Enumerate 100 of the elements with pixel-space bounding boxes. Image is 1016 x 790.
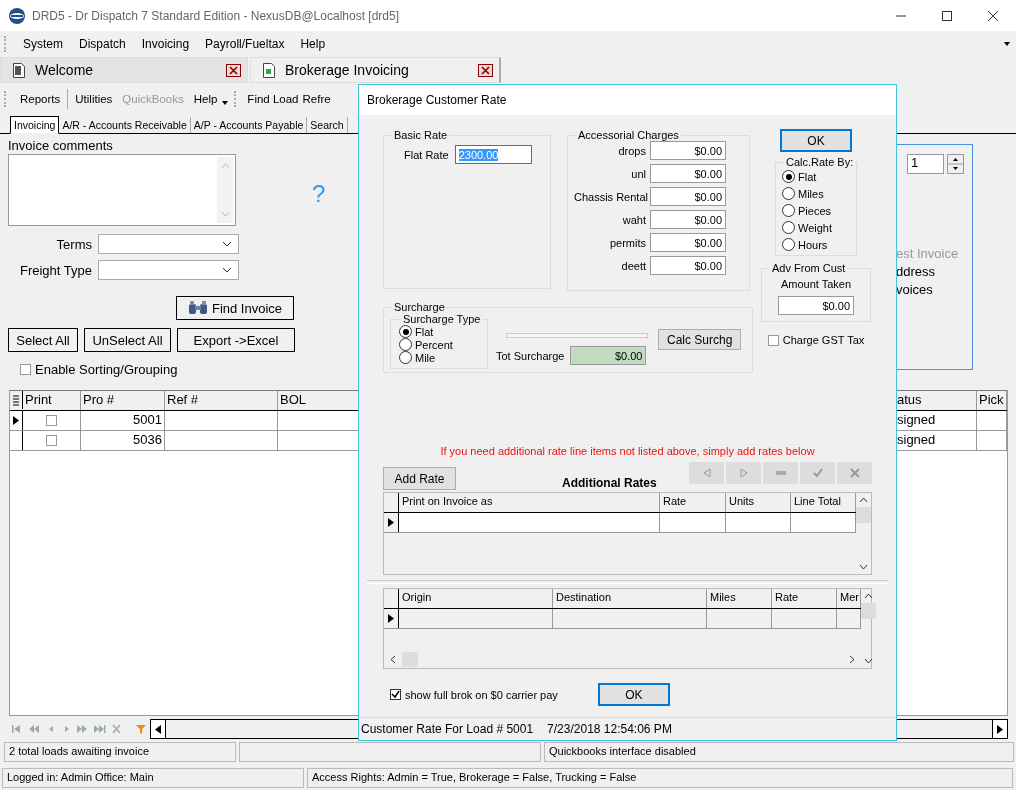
scroll-up-icon[interactable] <box>864 593 873 599</box>
row-indicator[interactable] <box>10 411 23 430</box>
charge-field[interactable]: $0.00 <box>650 256 726 275</box>
radio-button[interactable] <box>399 325 412 338</box>
checkbox-label: show full brok on $0 carrier pay <box>405 688 558 701</box>
radio-button[interactable] <box>782 221 795 234</box>
menu-item[interactable]: Invoicing <box>133 37 198 51</box>
table-cell[interactable] <box>660 513 726 532</box>
print-option[interactable]: voices <box>896 282 972 298</box>
radio-button[interactable] <box>782 187 795 200</box>
overflow-caret-icon[interactable] <box>222 101 229 105</box>
column-header[interactable]: Pro # <box>81 391 165 410</box>
menu-item[interactable]: Payroll/Fueltax <box>197 37 293 51</box>
charge-label: deett <box>620 259 646 272</box>
spinner-arrows-icon[interactable] <box>947 154 964 174</box>
toolbar-button[interactable]: Utilities <box>70 93 118 105</box>
delete-button[interactable] <box>763 462 798 484</box>
scroll-left-icon[interactable] <box>390 655 396 664</box>
chevron-down-icon[interactable] <box>222 267 232 273</box>
toolbar-button[interactable]: Help <box>188 93 223 105</box>
dropdown-caret-icon[interactable] <box>1004 42 1010 46</box>
copies-field[interactable]: 1 <box>907 154 944 174</box>
dialog-title: Brokerage Customer Rate <box>367 93 507 107</box>
scroll-down-icon[interactable] <box>864 658 873 664</box>
table-cell[interactable] <box>791 513 856 532</box>
action-button[interactable]: Select All <box>8 328 78 352</box>
scroll-right-icon[interactable] <box>849 655 855 664</box>
group-title: Accessorial Charges <box>577 129 680 141</box>
scroll-left-icon[interactable] <box>155 724 161 734</box>
action-button[interactable]: UnSelect All <box>84 328 171 352</box>
checkbox[interactable] <box>20 364 31 375</box>
filter-icon[interactable] <box>136 723 146 735</box>
column-header[interactable]: Destination <box>553 589 707 608</box>
charge-field[interactable]: $0.00 <box>650 187 726 206</box>
add-rate-button[interactable]: Add Rate <box>383 467 456 490</box>
column-header[interactable]: Rate <box>660 493 726 512</box>
menu-item[interactable]: System <box>15 37 71 51</box>
menu-item[interactable]: Dispatch <box>71 37 134 51</box>
find-invoice-button[interactable]: Find Invoice <box>176 296 294 320</box>
menu-item[interactable]: Help <box>292 37 334 51</box>
next-button[interactable] <box>726 462 761 484</box>
scroll-thumb[interactable] <box>402 652 418 667</box>
tab[interactable]: A/P - Accounts Payable <box>190 117 308 133</box>
previous-button[interactable] <box>689 462 724 484</box>
document-tab[interactable]: Brokerage Invoicing <box>250 57 501 83</box>
document-tab[interactable]: Welcome <box>0 57 248 83</box>
tab[interactable]: Search <box>307 117 348 133</box>
toolbar-button[interactable]: Reports <box>15 93 66 105</box>
action-button[interactable]: Export ->Excel <box>177 328 295 352</box>
flat-rate-label: Flat Rate <box>404 148 449 161</box>
scroll-thumb[interactable] <box>856 507 871 523</box>
toolbar-button[interactable]: Refre <box>300 93 333 105</box>
ok-button[interactable]: OK <box>780 129 852 152</box>
close-icon[interactable] <box>988 10 998 21</box>
close-icon[interactable] <box>478 63 493 77</box>
chevron-down-icon[interactable] <box>222 241 232 247</box>
post-button[interactable] <box>800 462 835 484</box>
radio-label: Flat <box>798 170 817 183</box>
charge-field[interactable]: $0.00 <box>650 164 726 183</box>
close-icon[interactable] <box>226 63 241 77</box>
column-header[interactable]: Pick <box>977 391 1007 410</box>
maximize-icon[interactable] <box>942 10 952 21</box>
column-header[interactable]: Print <box>23 391 81 410</box>
radio-button[interactable] <box>399 351 412 364</box>
scroll-thumb[interactable] <box>861 603 876 619</box>
print-checkbox[interactable] <box>46 435 57 446</box>
radio-button[interactable] <box>782 170 795 183</box>
checkbox[interactable] <box>390 689 401 700</box>
cancel-button[interactable] <box>837 462 872 484</box>
scroll-right-icon[interactable] <box>997 724 1003 734</box>
charge-field[interactable]: $0.00 <box>650 141 726 160</box>
radio-label: Percent <box>415 338 453 351</box>
amount-label: Amount Taken <box>780 278 852 290</box>
section-title: Additional Rates <box>562 476 657 490</box>
column-header[interactable]: Ref # <box>165 391 278 410</box>
toolbar-button[interactable]: Find Load <box>245 93 301 105</box>
table-cell[interactable] <box>399 513 660 532</box>
tab[interactable]: Invoicing <box>10 116 60 134</box>
radio-button[interactable] <box>782 238 795 251</box>
amount-field[interactable]: $0.00 <box>778 296 854 315</box>
column-header[interactable]: Miles <box>707 589 772 608</box>
column-header[interactable]: Rate <box>772 589 837 608</box>
column-chooser-icon[interactable] <box>10 391 23 409</box>
print-option[interactable]: ddress <box>896 264 972 280</box>
table-cell[interactable] <box>726 513 791 532</box>
radio-button[interactable] <box>399 338 412 351</box>
charge-field[interactable]: $0.00 <box>650 210 726 229</box>
column-header[interactable]: Origin <box>399 589 553 608</box>
print-checkbox[interactable] <box>46 415 57 426</box>
tab[interactable]: A/R - Accounts Receivable <box>59 117 191 133</box>
ok-button[interactable]: OK <box>597 683 670 706</box>
column-header[interactable]: Units <box>726 493 791 512</box>
calc-surcharge-button[interactable]: Calc Surchg <box>658 329 742 350</box>
checkbox[interactable] <box>767 334 779 346</box>
scroll-up-icon[interactable] <box>859 497 868 503</box>
radio-button[interactable] <box>782 204 795 217</box>
charge-field[interactable]: $0.00 <box>650 233 726 252</box>
scroll-down-icon[interactable] <box>859 564 868 570</box>
column-header[interactable]: Print on Invoice as <box>399 493 660 512</box>
binoculars-icon <box>187 301 208 315</box>
